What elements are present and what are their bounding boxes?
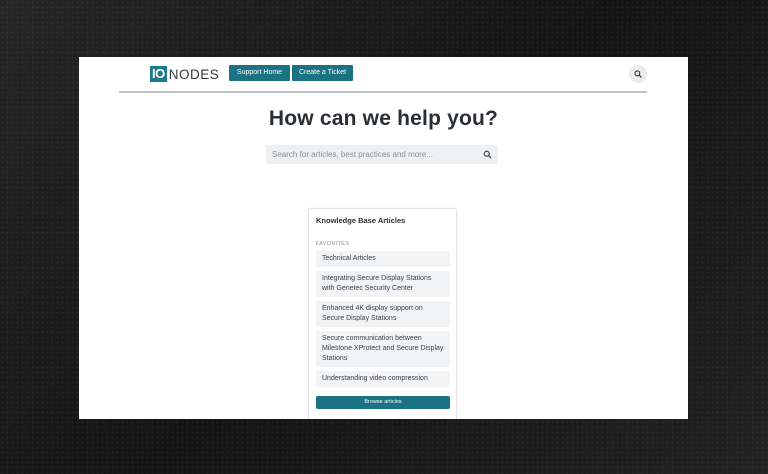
support-page: IO NODES Support Home Create a Ticket Ho… <box>79 57 688 419</box>
header-search-button[interactable] <box>629 65 647 83</box>
support-home-button[interactable]: Support Home <box>229 65 290 81</box>
favorites-label: FAVORITES <box>316 241 350 247</box>
article-link-milestone-secure-communication[interactable]: Secure communication between Milestone X… <box>316 331 450 367</box>
hero-title: How can we help you? <box>268 107 499 130</box>
logo-mark: IO <box>150 66 167 82</box>
search-icon <box>634 70 642 78</box>
article-link-4k-display-support[interactable]: Enhanced 4K display support on Secure Di… <box>316 301 450 327</box>
browse-articles-button[interactable]: Browse articles <box>316 396 450 409</box>
search-icon[interactable] <box>483 150 492 159</box>
create-ticket-button[interactable]: Create a Ticket <box>292 65 353 81</box>
knowledge-base-card: Knowledge Base Articles FAVORITES Techni… <box>308 208 457 419</box>
article-link-video-compression[interactable]: Understanding video compression <box>316 371 450 387</box>
article-link-technical-articles[interactable]: Technical Articles <box>316 251 450 267</box>
favorites-list: Technical Articles Integrating Secure Di… <box>316 251 450 391</box>
site-header: IO NODES Support Home Create a Ticket <box>119 57 647 93</box>
article-search-input[interactable] <box>272 145 472 164</box>
logo-text: NODES <box>168 66 220 82</box>
article-search-bar[interactable] <box>266 145 498 164</box>
ionodes-logo[interactable]: IO NODES <box>150 66 219 82</box>
article-link-genetec-integration[interactable]: Integrating Secure Display Stations with… <box>316 271 450 297</box>
knowledge-base-title: Knowledge Base Articles <box>316 216 406 225</box>
